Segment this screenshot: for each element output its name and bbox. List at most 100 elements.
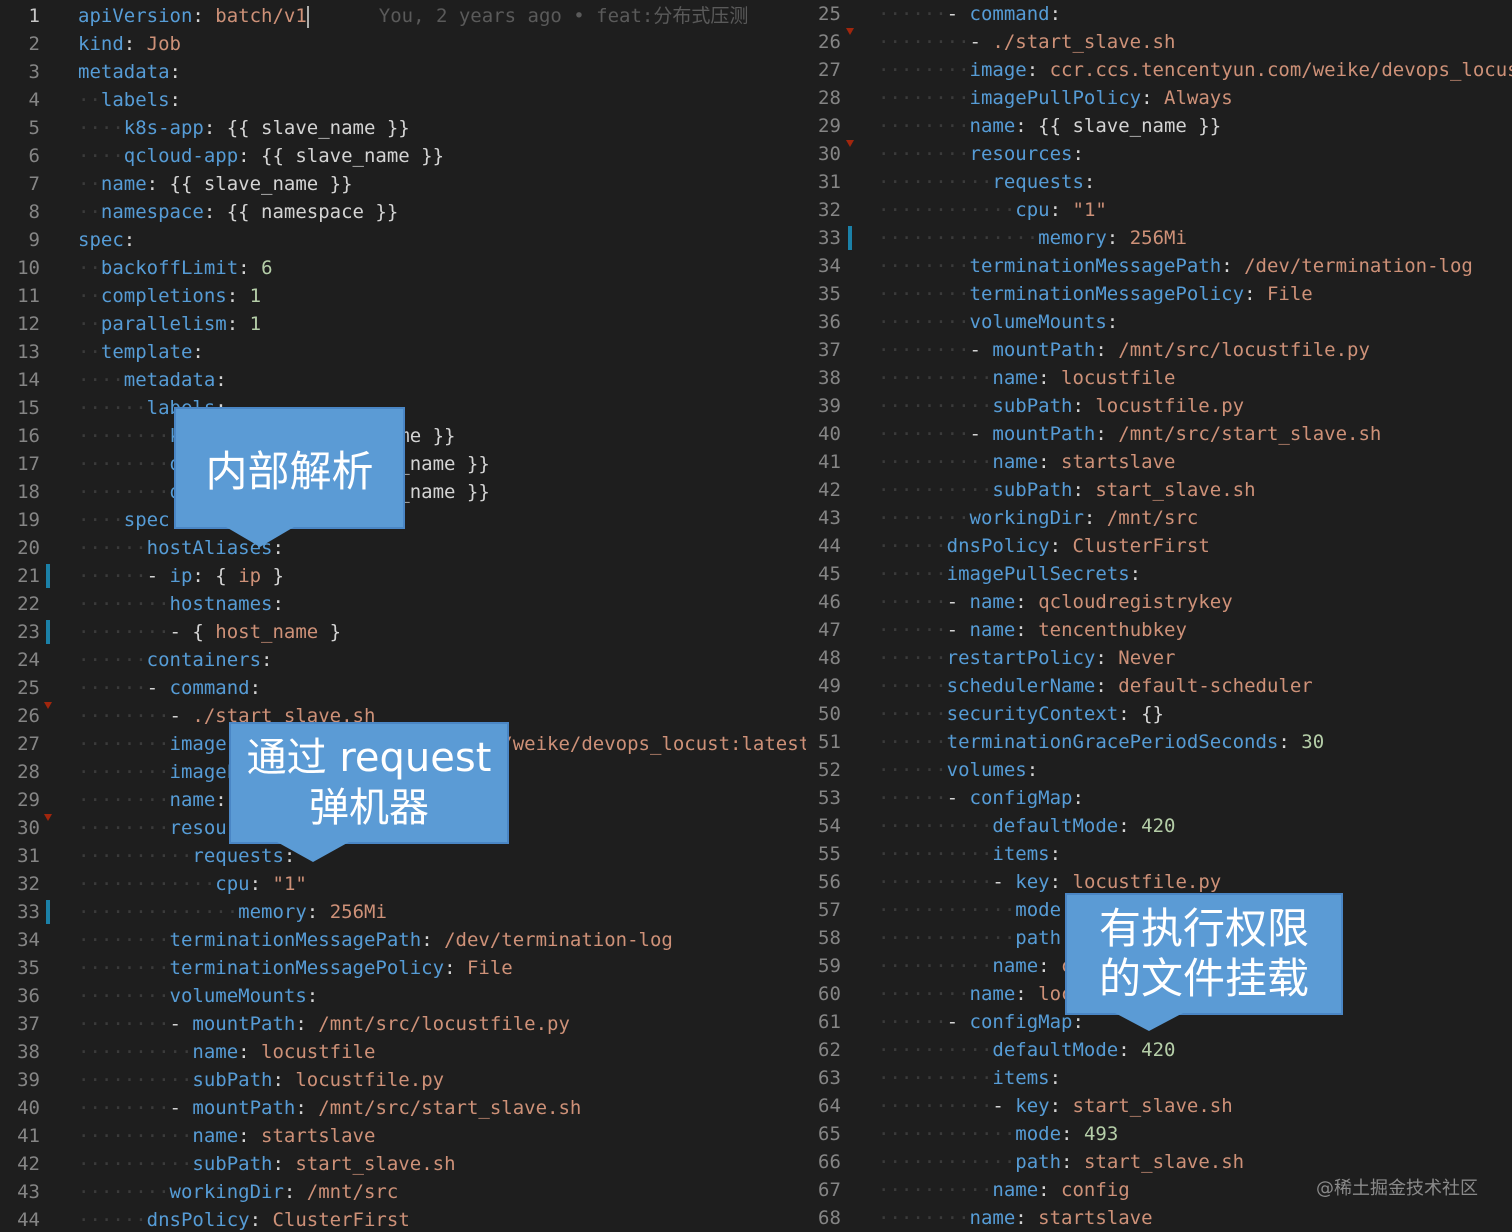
code-line[interactable]: 39 ··········subPath: locustfile.py [0, 1066, 806, 1094]
code-text[interactable]: ··········name: config [878, 1176, 1130, 1204]
code-line[interactable]: 25 ······- command: [818, 0, 1512, 28]
code-line[interactable]: 4 ··labels: [0, 86, 806, 114]
code-line[interactable]: 30 ········resources: [818, 140, 1512, 168]
code-text[interactable]: ········volumeMounts: [878, 308, 1118, 336]
code-line[interactable]: 51 ······terminationGracePeriodSeconds: 3… [818, 728, 1512, 756]
code-text[interactable]: ········terminationMessagePath: /dev/ter… [78, 926, 673, 954]
code-text[interactable]: ········imagePullPolicy: Always [878, 84, 1233, 112]
code-line[interactable]: 33 ··············memory: 256Mi [818, 224, 1512, 252]
code-line[interactable]: 6 ····qcloud-app: {{ slave_name }} [0, 142, 806, 170]
code-line[interactable]: 12 ··parallelism: 1 [0, 310, 806, 338]
code-line[interactable]: 24 ······containers: [0, 646, 806, 674]
code-text[interactable]: ··········items: [878, 1064, 1061, 1092]
code-line[interactable]: 43 ········workingDir: /mnt/src [818, 504, 1512, 532]
gutter-modified-marker[interactable] [848, 226, 852, 250]
code-line[interactable]: 36 ········volumeMounts: [818, 308, 1512, 336]
code-line[interactable]: 13 ··template: [0, 338, 806, 366]
code-text[interactable]: ······- configMap: [878, 1008, 1084, 1036]
code-line[interactable]: 20 ······hostAliases: [0, 534, 806, 562]
code-line[interactable]: 63 ··········items: [818, 1064, 1512, 1092]
code-text[interactable]: ······securityContext: {} [878, 700, 1164, 728]
gutter-deleted-marker[interactable] [846, 140, 854, 147]
code-text[interactable]: ······schedulerName: default-scheduler [878, 672, 1313, 700]
code-line[interactable]: 52 ······volumes: [818, 756, 1512, 784]
code-text[interactable]: ··········name: locustfile [78, 1038, 375, 1066]
code-text[interactable]: ··········name: locustfile [878, 364, 1175, 392]
code-line[interactable]: 5 ····k8s-app: {{ slave_name }} [0, 114, 806, 142]
code-line[interactable]: 36 ········volumeMounts: [0, 982, 806, 1010]
code-text[interactable]: ··········requests: [878, 168, 1095, 196]
code-line[interactable]: 14 ····metadata: [0, 366, 806, 394]
code-text[interactable]: ······- configMap: [878, 784, 1084, 812]
code-text[interactable]: ··labels: [78, 86, 181, 114]
code-text[interactable]: ······- command: [78, 674, 261, 702]
code-text[interactable]: ········- mountPath: /mnt/src/locustfile… [78, 1010, 570, 1038]
code-line[interactable]: 21 ······- ip: { ip } [0, 562, 806, 590]
code-text[interactable]: ············mode: 493 [878, 1120, 1118, 1148]
code-line[interactable]: 46 ······- name: qcloudregistrykey [818, 588, 1512, 616]
code-line[interactable]: 32 ············cpu: "1" [818, 196, 1512, 224]
gutter-deleted-marker[interactable] [44, 702, 52, 709]
code-text[interactable]: metadata: [78, 58, 181, 86]
code-line[interactable]: 28 ········imagePullPolicy: Always [818, 84, 1512, 112]
code-text[interactable]: spec: [78, 226, 135, 254]
code-text[interactable]: ······- ip: { ip } [78, 562, 284, 590]
gutter-modified-marker[interactable] [46, 620, 50, 644]
code-text[interactable]: ······restartPolicy: Never [878, 644, 1175, 672]
code-text[interactable]: ········workingDir: /mnt/src [878, 504, 1198, 532]
code-text[interactable]: ··template: [78, 338, 204, 366]
code-text[interactable]: ··········subPath: locustfile.py [878, 392, 1244, 420]
code-line[interactable]: 23 ········- { host_name } [0, 618, 806, 646]
code-line[interactable]: 56 ··········- key: locustfile.py [818, 868, 1512, 896]
code-line[interactable]: 37 ········- mountPath: /mnt/src/locustfi… [818, 336, 1512, 364]
code-text[interactable]: apiVersion: batch/v1 You, 2 years ago • f… [78, 2, 748, 30]
code-text[interactable]: ··········- key: locustfile.py [878, 868, 1221, 896]
code-line[interactable]: 47 ······- name: tencenthubkey [818, 616, 1512, 644]
code-text[interactable]: ········workingDir: /mnt/src [78, 1178, 398, 1206]
code-line[interactable]: 40 ········- mountPath: /mnt/src/start_sl… [818, 420, 1512, 448]
code-line[interactable]: 41 ··········name: startslave [0, 1122, 806, 1150]
code-line[interactable]: 35 ········terminationMessagePolicy: File [0, 954, 806, 982]
code-text[interactable]: ······containers: [78, 646, 272, 674]
code-line[interactable]: 66 ············path: start_slave.sh [818, 1148, 1512, 1176]
code-text[interactable]: ······- command: [878, 0, 1061, 28]
code-line[interactable]: 8 ··namespace: {{ namespace }} [0, 198, 806, 226]
code-text[interactable]: ············path: start_slave.sh [878, 1148, 1244, 1176]
code-text[interactable]: ··········subPath: locustfile.py [78, 1066, 444, 1094]
code-text[interactable]: ····spec: [78, 506, 181, 534]
code-line[interactable]: 48 ······restartPolicy: Never [818, 644, 1512, 672]
code-text[interactable]: ········resources: [878, 140, 1084, 168]
code-text[interactable]: ······- name: qcloudregistrykey [878, 588, 1233, 616]
editor-pane-right[interactable]: 25 ······- command: 26 ········- ./start_sl… [818, 0, 1512, 1232]
code-line[interactable]: 50 ······securityContext: {} [818, 700, 1512, 728]
code-line[interactable]: 7 ··name: {{ slave_name }} [0, 170, 806, 198]
code-text[interactable]: ········volumeMounts: [78, 982, 318, 1010]
code-line[interactable]: 31 ··········requests: [0, 842, 806, 870]
code-line[interactable]: 55 ··········items: [818, 840, 1512, 868]
code-line[interactable]: 44 ······dnsPolicy: ClusterFirst [818, 532, 1512, 560]
code-text[interactable]: ··name: {{ slave_name }} [78, 170, 353, 198]
gutter-deleted-marker[interactable] [846, 28, 854, 35]
code-line[interactable]: 43 ········workingDir: /mnt/src [0, 1178, 806, 1206]
code-text[interactable]: ··········items: [878, 840, 1061, 868]
code-line[interactable]: 45 ······imagePullSecrets: [818, 560, 1512, 588]
code-text[interactable]: ··············memory: 256Mi [878, 224, 1187, 252]
code-text[interactable]: ··········subPath: start_slave.sh [78, 1150, 456, 1178]
code-line[interactable]: 44 ······dnsPolicy: ClusterFirst [0, 1206, 806, 1232]
gutter-modified-marker[interactable] [46, 564, 50, 588]
editor-pane-left[interactable]: 1 apiVersion: batch/v1 You, 2 years ago • … [0, 0, 806, 1232]
code-line[interactable]: 40 ········- mountPath: /mnt/src/start_sl… [0, 1094, 806, 1122]
code-line[interactable]: 34 ········terminationMessagePath: /dev/t… [0, 926, 806, 954]
code-line[interactable]: 41 ··········name: startslave [818, 448, 1512, 476]
code-line[interactable]: 42 ··········subPath: start_slave.sh [0, 1150, 806, 1178]
code-text[interactable]: ········terminationMessagePolicy: File [78, 954, 513, 982]
code-text[interactable]: ······dnsPolicy: ClusterFirst [78, 1206, 410, 1232]
code-text[interactable]: ··parallelism: 1 [78, 310, 261, 338]
code-line[interactable]: 64 ··········- key: start_slave.sh [818, 1092, 1512, 1120]
code-text[interactable]: ··········defaultMode: 420 [878, 812, 1175, 840]
code-line[interactable]: 3 metadata: [0, 58, 806, 86]
code-text[interactable]: ········image: ccr.ccs.tencentyun.com/we… [878, 56, 1512, 84]
code-text[interactable]: ········- mountPath: /mnt/src/start_slav… [78, 1094, 581, 1122]
code-text[interactable]: ······terminationGracePeriodSeconds: 30 [878, 728, 1324, 756]
code-line[interactable]: 49 ······schedulerName: default-scheduler [818, 672, 1512, 700]
